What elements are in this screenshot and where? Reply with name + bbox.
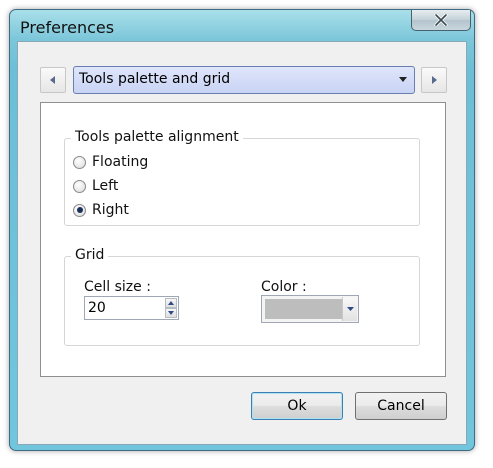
- arrow-left-icon: [50, 76, 55, 84]
- chevron-down-icon: [168, 311, 174, 315]
- page-selector-dropdown[interactable]: Tools palette and grid: [73, 66, 415, 94]
- alignment-group: Tools palette alignment Floating Left Ri…: [64, 129, 420, 226]
- chevron-down-icon: [346, 307, 354, 311]
- close-icon: [434, 14, 448, 26]
- dialog-body: Tools palette and grid Tools palette ali…: [17, 41, 467, 445]
- cell-size-increment-button[interactable]: [165, 298, 177, 308]
- arrow-right-icon: [432, 76, 437, 84]
- page-selector-value: Tools palette and grid: [79, 71, 231, 87]
- grid-color-swatch: [265, 299, 342, 319]
- grid-group: Grid Cell size : Color :: [64, 247, 420, 346]
- radio-right[interactable]: Right: [73, 200, 129, 220]
- radio-floating-label: Floating: [92, 154, 149, 170]
- cell-size-stepper[interactable]: [84, 296, 179, 320]
- close-button[interactable]: [411, 10, 471, 31]
- color-dropdown-button[interactable]: [342, 297, 357, 321]
- cell-size-input[interactable]: [85, 297, 166, 319]
- grid-legend: Grid: [71, 247, 109, 263]
- radio-left-button[interactable]: [73, 179, 86, 193]
- alignment-legend: Tools palette alignment: [71, 129, 243, 145]
- previous-page-button[interactable]: [40, 67, 66, 93]
- radio-right-label: Right: [92, 202, 129, 218]
- radio-floating-button[interactable]: [73, 155, 86, 169]
- radio-left[interactable]: Left: [73, 176, 118, 196]
- ok-button[interactable]: Ok: [251, 392, 343, 420]
- radio-left-label: Left: [92, 178, 119, 194]
- radio-right-button[interactable]: [73, 203, 86, 217]
- radio-floating[interactable]: Floating: [73, 152, 148, 172]
- cancel-button[interactable]: Cancel: [355, 392, 447, 420]
- color-label: Color :: [261, 279, 307, 295]
- settings-panel: Tools palette alignment Floating Left Ri…: [40, 102, 446, 377]
- chevron-up-icon: [168, 301, 174, 305]
- cell-size-decrement-button[interactable]: [165, 308, 177, 318]
- window-title: Preferences: [20, 18, 115, 37]
- cell-size-label: Cell size :: [84, 279, 151, 295]
- preferences-window: Preferences Tools palette and grid Tools…: [9, 9, 475, 451]
- chevron-down-icon: [399, 77, 407, 82]
- grid-color-picker[interactable]: [261, 295, 359, 323]
- next-page-button[interactable]: [421, 67, 447, 93]
